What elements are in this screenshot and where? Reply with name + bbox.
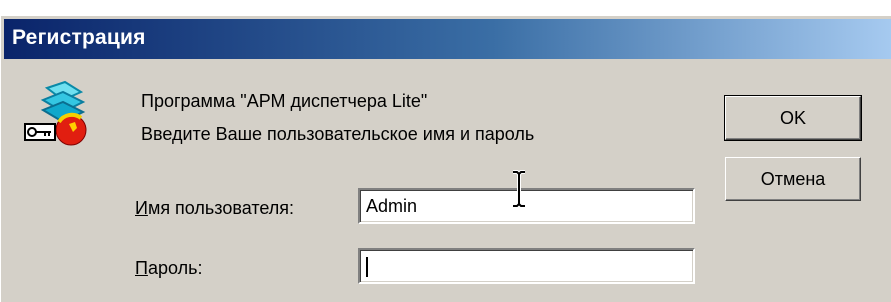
login-dialog: Регистрация Программа "АРМ диспетчера Li… — [0, 15, 891, 302]
password-label: Пароль: — [135, 258, 202, 279]
window-title: Регистрация — [12, 26, 146, 49]
username-label-text: мя пользователя: — [147, 198, 295, 218]
username-label: Имя пользователя: — [135, 198, 294, 219]
password-label-mnemonic: П — [135, 258, 148, 278]
title-bar[interactable]: Регистрация — [4, 19, 891, 59]
password-field[interactable] — [358, 248, 695, 284]
username-value: Admin — [366, 196, 418, 216]
ok-button[interactable]: OK — [724, 95, 862, 141]
cancel-button[interactable]: Отмена — [725, 157, 861, 201]
username-label-mnemonic: И — [135, 198, 148, 218]
app-key-icon — [24, 80, 87, 146]
prompt-text: Введите Ваше пользовательское имя и паро… — [141, 124, 535, 144]
text-caret — [366, 257, 368, 277]
password-label-text: ароль: — [147, 258, 203, 278]
program-name-text: Программа "АРМ диспетчера Lite" — [141, 91, 428, 111]
i-beam-cursor-icon — [513, 170, 525, 208]
